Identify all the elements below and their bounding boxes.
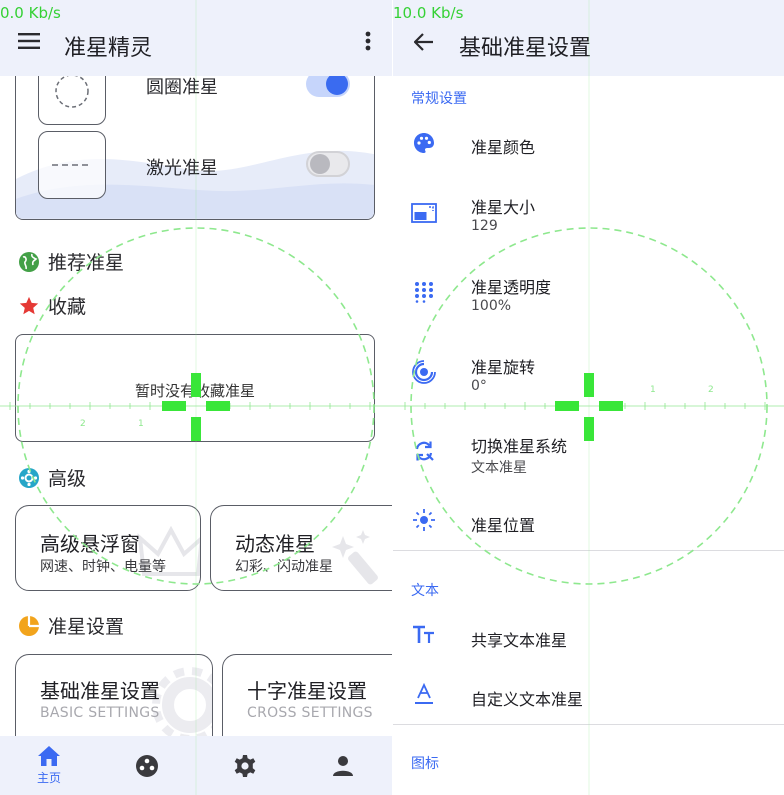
text-size-icon — [411, 622, 437, 648]
network-speed-indicator: 10.0 Kb/s — [393, 4, 464, 22]
section-recommended-label: 推荐准星 — [48, 252, 125, 274]
crown-icon — [137, 525, 200, 576]
setting-system-value: 文本准星 — [471, 460, 527, 476]
bottom-navigation: 主页 — [0, 736, 392, 795]
divider — [393, 724, 784, 725]
resize-icon — [411, 200, 437, 226]
section-settings-label: 准星设置 — [48, 616, 125, 638]
setting-system-title[interactable]: 切换准星系统 — [471, 433, 567, 457]
setting-rotation-title[interactable]: 准星旋转 — [471, 354, 535, 378]
right-app-bar: 10.0 Kb/s 基础准星设置 — [393, 0, 784, 76]
text-format-icon — [411, 681, 437, 707]
nav-home[interactable]: 主页 — [0, 736, 98, 795]
tile-title: 高级悬浮窗 — [40, 532, 140, 556]
circle-crosshair-label: 圆圈准星 — [146, 77, 218, 98]
category-icon: 图标 — [411, 756, 439, 772]
favorites-empty-text: 暂时没有收藏准星 — [134, 381, 255, 400]
palette-icon — [411, 130, 437, 156]
text-shared-title[interactable]: 共享文本准星 — [471, 627, 567, 651]
nav-profile[interactable] — [294, 736, 392, 795]
right-pane: 10.0 Kb/s 基础准星设置 常规设置 准星颜色 准星大小 129 准星透明… — [393, 0, 784, 795]
section-advanced-label: 高级 — [48, 468, 87, 490]
menu-icon[interactable] — [14, 28, 44, 54]
left-app-bar: 0.0 Kb/s 准星精灵 — [0, 0, 392, 76]
network-speed-indicator: 0.0 Kb/s — [0, 4, 61, 22]
lifebuoy-icon — [19, 467, 39, 488]
tile-subtitle: 网速、时钟、电量等 — [40, 559, 166, 575]
nav-settings[interactable] — [196, 736, 294, 795]
nav-home-label: 主页 — [36, 771, 61, 785]
globe-icon — [19, 251, 39, 272]
nav-palette[interactable] — [98, 736, 196, 795]
pie-icon — [19, 615, 39, 636]
category-text: 文本 — [411, 583, 439, 599]
app-title: 准星精灵 — [64, 36, 153, 61]
tile-title: 十字准星设置 — [247, 679, 367, 703]
text-custom-title[interactable]: 自定义文本准星 — [471, 686, 583, 710]
magic-wand-icon — [332, 530, 378, 585]
arrow-back-icon[interactable] — [411, 30, 437, 54]
home-icon — [38, 746, 60, 766]
left-pane: 圆圈准星 激光准星 推荐准星 收藏 暂时没有收藏准星 高级 高级悬浮窗 网速、时… — [0, 0, 392, 795]
rotate-icon — [411, 359, 437, 385]
tile-subtitle-en: CROSS SETTINGS — [247, 705, 373, 721]
tile-subtitle-en: BASIC SETTINGS — [40, 705, 160, 721]
section-favorites: 收藏 — [18, 292, 86, 319]
setting-color-title[interactable]: 准星颜色 — [471, 134, 535, 158]
more-vert-icon[interactable] — [356, 28, 380, 54]
setting-rotation-value: 0° — [471, 378, 487, 394]
section-favorites-label: 收藏 — [48, 296, 87, 318]
setting-position-title[interactable]: 准星位置 — [471, 512, 535, 536]
star-icon — [19, 296, 39, 314]
setting-size-title[interactable]: 准星大小 — [471, 194, 535, 218]
section-settings: 准星设置 — [18, 612, 124, 639]
section-advanced: 高级 — [18, 464, 86, 491]
tile-title: 基础准星设置 — [40, 679, 160, 703]
laser-crosshair-thumb[interactable] — [38, 131, 106, 199]
dynamic-crosshair-tile[interactable]: 动态准星 幻彩、闪动准星 — [210, 505, 392, 591]
favorites-empty-box: 暂时没有收藏准星 — [15, 334, 375, 442]
palette-icon — [136, 754, 158, 777]
laser-crosshair-label: 激光准星 — [146, 158, 218, 179]
person-icon — [333, 755, 353, 776]
section-recommended[interactable]: 推荐准星 — [18, 248, 124, 275]
advanced-float-window-tile[interactable]: 高级悬浮窗 网速、时钟、电量等 — [15, 505, 201, 591]
tile-title: 动态准星 — [235, 532, 315, 556]
opacity-icon — [411, 279, 437, 305]
category-general: 常规设置 — [411, 91, 467, 107]
gear-icon — [234, 754, 256, 777]
tile-subtitle: 幻彩、闪动准星 — [235, 559, 333, 575]
setting-opacity-title[interactable]: 准星透明度 — [471, 274, 551, 298]
laser-crosshair-toggle[interactable] — [306, 151, 350, 177]
screen-title: 基础准星设置 — [459, 36, 592, 61]
setting-opacity-value: 100% — [471, 298, 512, 314]
position-icon — [411, 507, 437, 533]
setting-size-value: 129 — [471, 218, 498, 234]
switch-icon — [411, 438, 437, 464]
crosshair-style-card: 圆圈准星 激光准星 — [15, 60, 375, 220]
divider — [393, 550, 784, 551]
